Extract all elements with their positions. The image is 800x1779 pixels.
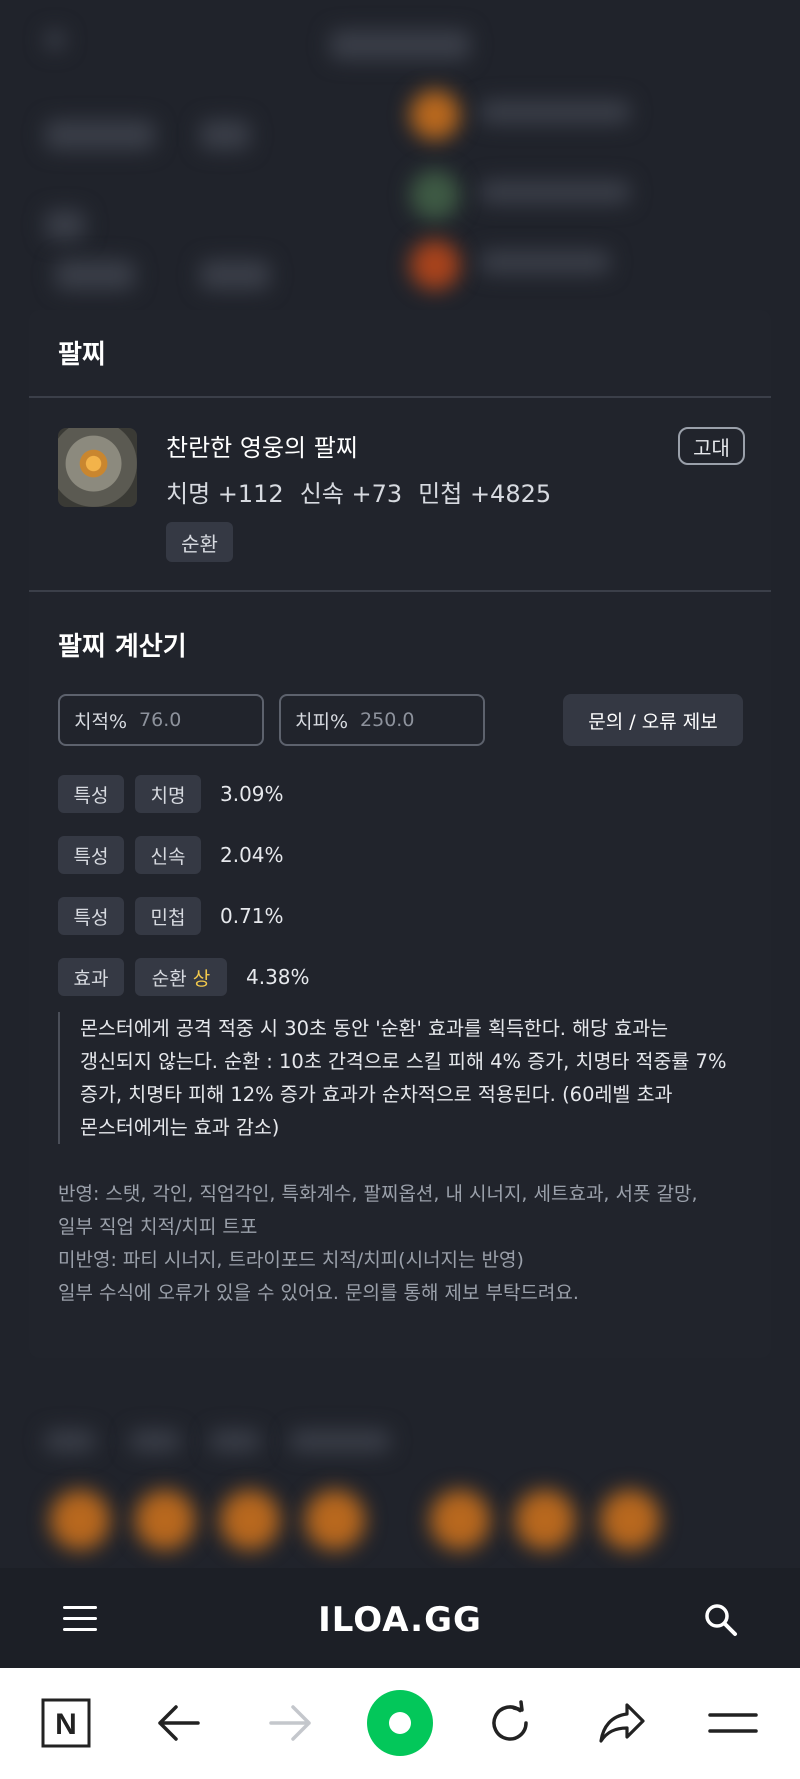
site-logo[interactable]: ILOA.GG <box>0 1600 800 1640</box>
bracelet-section-title: 팔찌 <box>58 340 106 370</box>
item-stats: 치명 +112 신속 +73 민첩 +4825 <box>166 474 551 509</box>
option-grade: 상 <box>192 967 211 990</box>
bg-blur-red <box>410 240 460 290</box>
bg-blur-text-7 <box>480 180 630 204</box>
option-row: 특성 치명 3.09% <box>58 775 284 813</box>
bg-blur-gem-3 <box>220 1490 280 1550</box>
menu-lines-icon[interactable] <box>706 1696 760 1750</box>
site-nav-bar: ILOA.GG <box>0 1568 800 1668</box>
share-icon[interactable] <box>595 1696 649 1750</box>
item-stat: 신속 +73 <box>299 480 403 508</box>
bg-blur-tab-4 <box>290 1430 390 1452</box>
bg-blur-text-3 <box>45 210 85 240</box>
effect-description: 몬스터에게 공격 적중 시 30초 동안 '순환' 효과를 획득한다. 해당 효… <box>58 1012 748 1144</box>
bg-blur-text-5 <box>200 260 270 290</box>
crit-damage-input[interactable] <box>360 709 461 731</box>
option-type-tag: 특성 <box>58 836 124 874</box>
search-icon[interactable] <box>703 1602 739 1638</box>
option-name-tag: 민첩 <box>135 897 201 935</box>
effect-description-line: 증가, 치명타 피해 12% 증가 효과가 순차적으로 적용된다. (60레벨 … <box>80 1083 673 1106</box>
option-value: 3.09% <box>220 782 284 806</box>
bg-blur-tab-3 <box>210 1430 260 1452</box>
option-name-tag: 신속 <box>135 836 201 874</box>
crit-rate-label: 치적% <box>74 710 128 733</box>
browser-toolbar: N <box>0 1668 800 1779</box>
back-arrow-icon[interactable] <box>152 1696 206 1750</box>
bracelet-modal: 팔찌 찬란한 영웅의 팔찌 고대 치명 +112 신속 +73 민첩 +4825… <box>29 310 771 1358</box>
bg-blur-gem-5 <box>430 1490 490 1550</box>
effect-description-line: 몬스터에게 공격 적중 시 30초 동안 '순환' 효과를 획득한다. 해당 효… <box>80 1017 669 1040</box>
crit-rate-input[interactable] <box>139 709 240 731</box>
divider-middle <box>29 590 771 592</box>
item-stat: 민첩 +4825 <box>418 480 552 508</box>
bg-blur-text-6 <box>480 100 630 124</box>
option-type-tag: 특성 <box>58 897 124 935</box>
cycle-tag: 순환 <box>166 522 233 562</box>
option-name-tag: 치명 <box>135 775 201 813</box>
bg-blur-tab-1 <box>45 1430 95 1452</box>
option-value: 2.04% <box>220 843 284 867</box>
bg-blur-text-4 <box>55 260 135 290</box>
bg-blur-title <box>330 30 470 60</box>
option-value: 4.38% <box>246 965 310 989</box>
note-line: 일부 직업 치적/치피 트포 <box>58 1216 258 1238</box>
option-type-tag: 특성 <box>58 775 124 813</box>
option-value: 0.71% <box>220 904 284 928</box>
bg-blur-back <box>45 30 65 50</box>
item-name: 찬란한 영웅의 팔찌 <box>166 434 358 462</box>
bg-blur-tab-2 <box>130 1430 180 1452</box>
bg-blur-gem-2 <box>135 1490 195 1550</box>
green-home-icon[interactable] <box>365 1688 435 1758</box>
divider-top <box>29 396 771 398</box>
bg-blur-text-8 <box>480 250 610 274</box>
bracelet-item-icon <box>58 428 137 507</box>
option-name-tag: 순환 상 <box>135 958 227 996</box>
calculator-notes: 반영: 스탯, 각인, 직업각인, 특화계수, 팔찌옵션, 내 시너지, 세트효… <box>58 1178 758 1310</box>
option-row: 특성 민첩 0.71% <box>58 897 284 935</box>
note-line: 일부 수식에 오류가 있을 수 있어요. 문의를 통해 제보 부탁드려요. <box>58 1282 579 1304</box>
bg-blur-orange-1 <box>410 90 460 140</box>
effect-description-line: 갱신되지 않는다. 순환 : 10초 간격으로 스킬 피해 4% 증가, 치명타… <box>80 1050 727 1073</box>
bg-blur-text-2 <box>200 120 250 150</box>
crit-damage-label: 치피% <box>295 710 349 733</box>
bg-blur-gem-1 <box>50 1490 110 1550</box>
option-name: 순환 <box>151 967 187 990</box>
note-line: 반영: 스탯, 각인, 직업각인, 특화계수, 팔찌옵션, 내 시너지, 세트효… <box>58 1183 698 1205</box>
crit-damage-field[interactable]: 치피% <box>279 694 485 746</box>
bg-blur-gem-7 <box>600 1490 660 1550</box>
grade-badge: 고대 <box>678 427 745 465</box>
option-row: 특성 신속 2.04% <box>58 836 284 874</box>
reload-icon[interactable] <box>483 1696 537 1750</box>
crit-rate-field[interactable]: 치적% <box>58 694 264 746</box>
effect-description-line: 몬스터에게는 효과 감소) <box>80 1116 280 1139</box>
bg-blur-gem-4 <box>305 1490 365 1550</box>
note-line: 미반영: 파티 시너지, 트라이포드 치적/치피(시너지는 반영) <box>58 1249 524 1271</box>
bg-blur-green <box>410 170 460 220</box>
option-row: 효과 순환 상 4.38% <box>58 958 310 996</box>
item-stat: 치명 +112 <box>166 480 284 508</box>
forward-arrow-icon[interactable] <box>263 1696 317 1750</box>
report-button[interactable]: 문의 / 오류 제보 <box>563 694 743 746</box>
naver-n-icon[interactable]: N <box>39 1696 93 1750</box>
option-type-tag: 효과 <box>58 958 124 996</box>
bg-blur-text-1 <box>45 120 155 150</box>
svg-text:N: N <box>55 1708 77 1741</box>
calculator-title: 팔찌 계산기 <box>58 632 187 662</box>
bg-blur-gem-6 <box>515 1490 575 1550</box>
